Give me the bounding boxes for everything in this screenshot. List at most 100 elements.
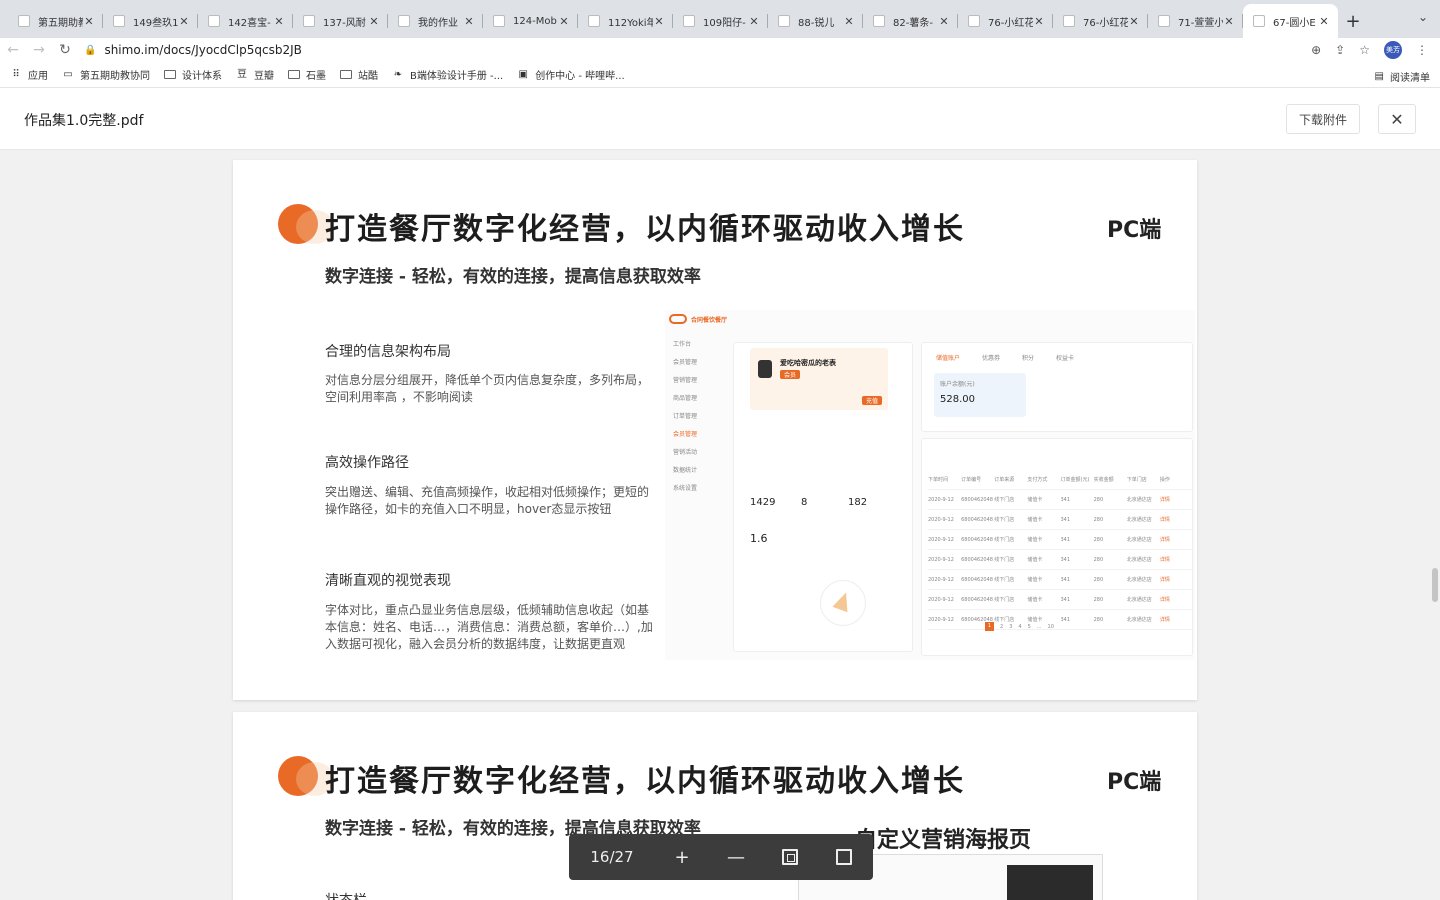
- page-icon: [493, 15, 505, 27]
- forward-button[interactable]: →: [26, 42, 52, 58]
- reading-list-label: 阅读清单: [1390, 73, 1430, 84]
- browser-tab[interactable]: 142喜宝- ✕: [198, 4, 293, 38]
- douban-icon: 豆: [237, 68, 247, 80]
- tab-search-icon[interactable]: ⌄: [1418, 10, 1428, 24]
- close-tab-icon[interactable]: ✕: [463, 15, 475, 28]
- page-icon: [588, 15, 600, 27]
- reading-list[interactable]: ▤ 阅读清单: [1375, 69, 1430, 84]
- zoom-out-button[interactable]: —: [709, 834, 763, 880]
- close-tab-icon[interactable]: ✕: [368, 15, 380, 28]
- browser-tab[interactable]: 137-风耐 ✕: [293, 4, 388, 38]
- mockup-page-number: ...: [1036, 623, 1042, 630]
- close-tab-icon[interactable]: ✕: [1033, 15, 1045, 28]
- mockup-cell: 341: [1060, 536, 1071, 543]
- mockup-cell: 2020-9-12: [928, 556, 954, 563]
- mockup-cell: 6800462048: [961, 516, 993, 523]
- mockup-cell: 线下门店: [994, 537, 1015, 543]
- mockup-score: 1.6: [750, 532, 768, 545]
- browser-tab[interactable]: 第五期助教 ✕: [8, 4, 103, 38]
- mockup-nav-item: 系统设置: [673, 484, 698, 492]
- leaf-icon: ❧: [393, 68, 403, 80]
- mockup-cell: 线下门店: [994, 597, 1015, 603]
- mockup-cell: 北京通达店: [1126, 497, 1152, 503]
- close-tab-icon[interactable]: ✕: [1318, 15, 1330, 28]
- zoom-icon[interactable]: ⊕: [1311, 43, 1321, 57]
- close-tab-icon[interactable]: ✕: [273, 15, 285, 28]
- mockup-page-number: 4: [1018, 623, 1022, 630]
- browser-tab[interactable]: 67-圆小E ✕: [1243, 4, 1338, 38]
- mockup-cell: 2020-9-12: [928, 596, 954, 603]
- mockup-header-cell: 下单时间: [928, 477, 949, 483]
- close-tab-icon[interactable]: ✕: [938, 15, 950, 28]
- bookmark-label: 站酷: [358, 71, 378, 82]
- scrollbar-thumb[interactable]: [1432, 568, 1438, 602]
- browser-tab[interactable]: 76-小红花 ✕: [1053, 4, 1148, 38]
- bookmark-item[interactable]: ▣ 创作中心 - 哔哩哔...: [517, 67, 624, 82]
- close-tab-icon[interactable]: ✕: [843, 15, 855, 28]
- mockup-stat: 182: [848, 497, 868, 508]
- pdf-viewer[interactable]: 打造餐厅数字化经营，以内循环驱动收入增长 PC端 数字连接 - 轻松，有效的连接…: [0, 150, 1440, 900]
- bookmark-item[interactable]: 豆豆瓣: [236, 67, 274, 82]
- mockup-cell: 6800462048: [961, 596, 993, 603]
- close-tab-icon[interactable]: ✕: [1128, 15, 1140, 28]
- browser-tab[interactable]: 149叁玖1 ✕: [103, 4, 198, 38]
- close-tab-icon[interactable]: ✕: [178, 15, 190, 28]
- browser-menu-icon[interactable]: ⋮: [1416, 43, 1428, 57]
- zoom-in-button[interactable]: +: [655, 834, 709, 880]
- fit-page-button[interactable]: [763, 834, 817, 880]
- bookmark-item[interactable]: ❧ B端体验设计手册 -...: [392, 67, 503, 82]
- share-icon[interactable]: ⇪: [1335, 43, 1345, 57]
- bookmark-item[interactable]: 站酷: [340, 67, 378, 82]
- mockup-cell: 北京通达店: [1126, 617, 1152, 623]
- feature-title: 状态栏: [325, 890, 367, 900]
- bookmark-star-icon[interactable]: ☆: [1359, 43, 1370, 57]
- browser-tab[interactable]: 124-Mob ✕: [483, 4, 578, 38]
- tab-title: 67-圆小E: [1273, 17, 1316, 29]
- tab-title: 我的作业: [418, 17, 458, 29]
- orange-dot-icon: [278, 204, 334, 244]
- profile-avatar[interactable]: 美芳: [1384, 41, 1402, 59]
- back-button[interactable]: ←: [0, 42, 26, 58]
- bookmark-item[interactable]: ⠿ 应用: [10, 67, 48, 82]
- close-icon[interactable]: ✕: [1378, 104, 1416, 134]
- mockup-cell: 2020-9-12: [928, 516, 954, 523]
- bookmarks-bar: ⠿ 应用 ▭ 第五期助教协同 设计体系 豆豆瓣 石墨 站酷 ❧ B端体验设计手册 -... ▣ 创作中…: [0, 62, 1440, 88]
- reload-button[interactable]: ↻: [52, 42, 78, 58]
- mockup-logo: 合同餐饮餐厅: [669, 314, 727, 324]
- url-input[interactable]: 🔒 shimo.im/docs/JyocdClp5qcsb2JB: [84, 38, 1311, 62]
- close-tab-icon[interactable]: ✕: [558, 15, 570, 28]
- bookmark-item[interactable]: ▭ 第五期助教协同: [62, 67, 150, 82]
- close-tab-icon[interactable]: ✕: [83, 15, 95, 28]
- mockup-cell: 储值卡: [1027, 537, 1043, 543]
- browser-tab[interactable]: 82-薯条- ✕: [863, 4, 958, 38]
- browser-tab[interactable]: 88-锐儿 ✕: [768, 4, 863, 38]
- page-icon: [683, 15, 695, 27]
- bookmark-item[interactable]: 设计体系: [164, 67, 222, 82]
- bilibili-icon: ▣: [518, 68, 528, 80]
- mockup-table-header: 下单时间 订单编号 订单来源 支付方式 订单金额(元) 实收金额 下单门店 操作: [928, 470, 1193, 490]
- page-icon: [113, 15, 125, 27]
- mockup-cell: 280: [1093, 536, 1104, 543]
- browser-tab[interactable]: 我的作业 ✕: [388, 4, 483, 38]
- page-icon: [303, 15, 315, 27]
- browser-tab[interactable]: 76-小红花 ✕: [958, 4, 1053, 38]
- browser-tab[interactable]: 71-萱萱小 ✕: [1148, 4, 1243, 38]
- bookmark-label: 石墨: [306, 71, 326, 82]
- close-tab-icon[interactable]: ✕: [1223, 15, 1235, 28]
- fullscreen-button[interactable]: [817, 834, 871, 880]
- close-tab-icon[interactable]: ✕: [748, 15, 760, 28]
- page-icon: [1158, 15, 1170, 27]
- feature-desc: 对信息分层分组展开，降低单个页内信息复杂度，多列布局，空间利用率高 ，不影响阅读: [325, 373, 650, 404]
- mockup-cell: 北京通达店: [1126, 517, 1152, 523]
- browser-tab[interactable]: 109阳仔- ✕: [673, 4, 768, 38]
- new-tab-button[interactable]: +: [1338, 4, 1368, 38]
- browser-tab[interactable]: 112Yoki年 ✕: [578, 4, 673, 38]
- mockup-header-cell: 下单门店: [1126, 477, 1147, 483]
- download-attachment-button[interactable]: 下载附件: [1286, 104, 1360, 134]
- mockup-cell: 北京通达店: [1126, 577, 1152, 583]
- page-icon: [968, 15, 980, 27]
- close-tab-icon[interactable]: ✕: [653, 15, 665, 28]
- tab-title: 76-小红花: [1083, 17, 1128, 29]
- bookmark-item[interactable]: 石墨: [288, 67, 326, 82]
- mockup-nav-item: 会员管理: [673, 358, 698, 366]
